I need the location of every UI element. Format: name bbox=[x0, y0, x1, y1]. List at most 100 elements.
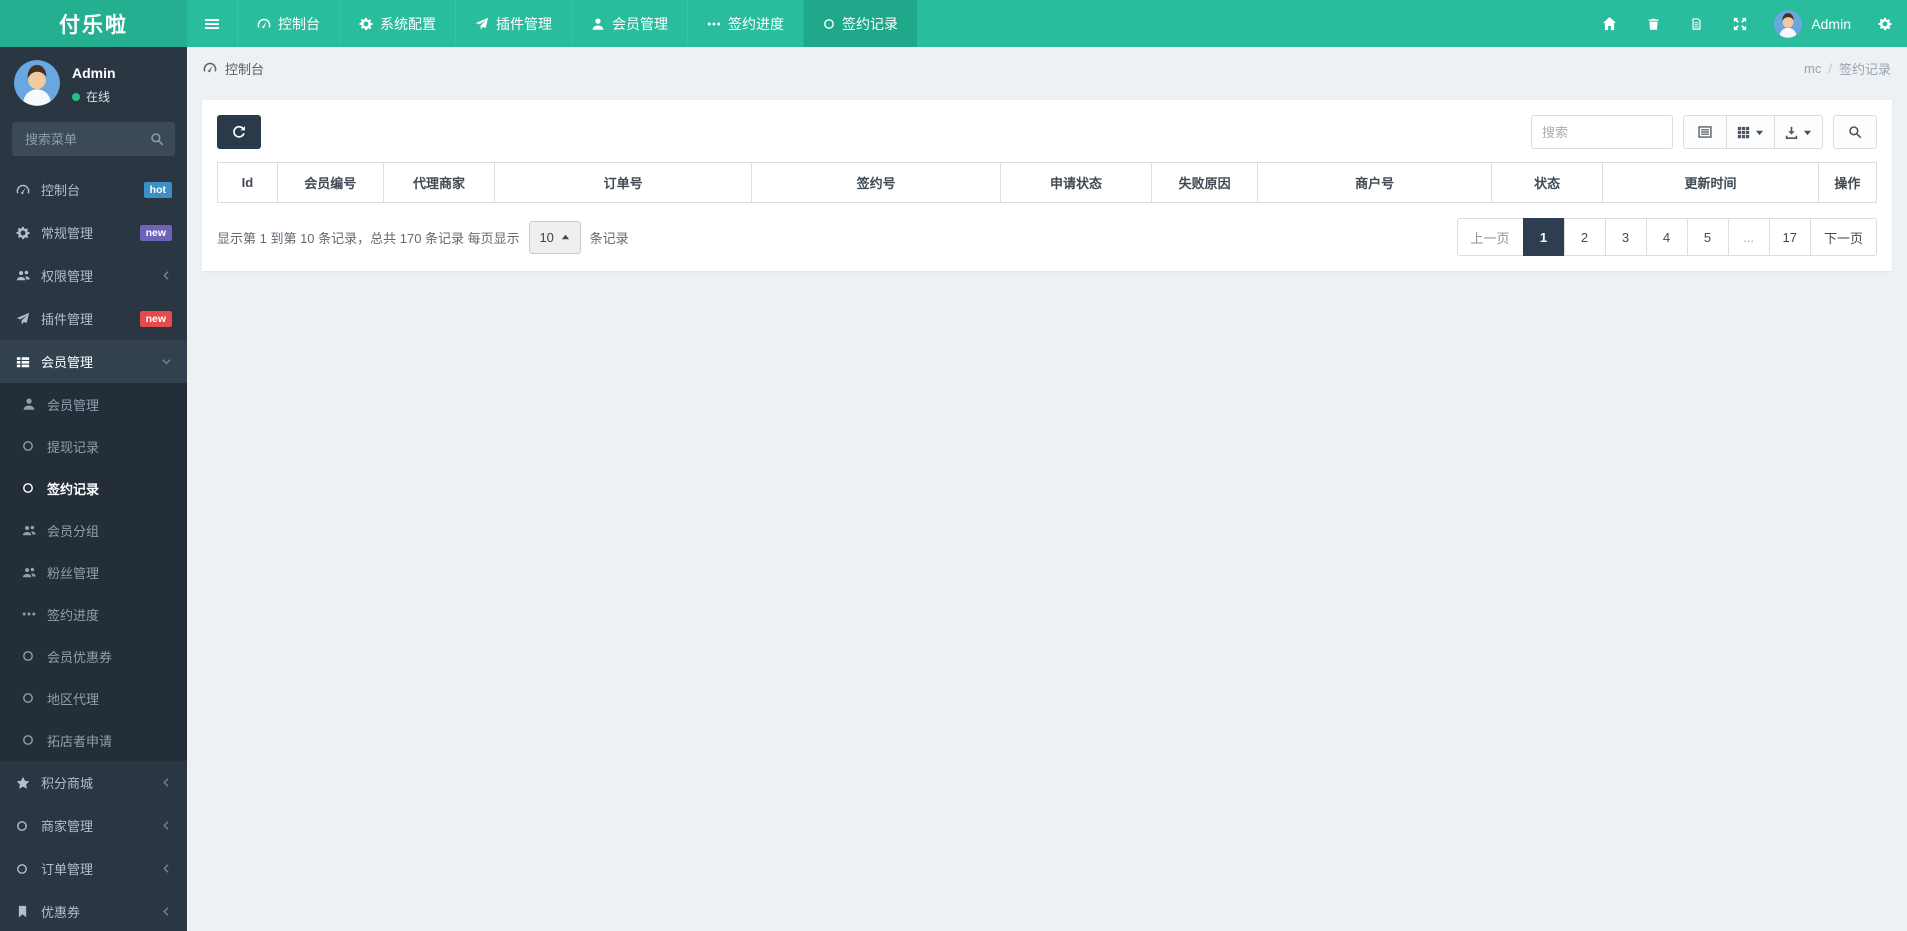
sidebar-item-订单管理[interactable]: 订单管理 bbox=[0, 847, 187, 890]
sidebar-subitem-会员分组[interactable]: 会员分组 bbox=[0, 509, 187, 551]
top-nav-item-label: 控制台 bbox=[278, 15, 320, 32]
file-icon bbox=[1690, 17, 1703, 31]
columns-button[interactable] bbox=[1726, 115, 1775, 149]
settings-button[interactable] bbox=[1863, 0, 1907, 47]
sidebar-item-label: 商家管理 bbox=[41, 819, 94, 834]
home-icon bbox=[1602, 16, 1617, 31]
user-menu[interactable]: Admin bbox=[1762, 0, 1863, 47]
sidebar-user-name: Admin bbox=[72, 65, 116, 81]
table-footer: 显示第 1 到第 10 条记录，总共 170 条记录 每页显示 10 条记录 上… bbox=[217, 218, 1877, 256]
sidebar-item-控制台[interactable]: 控制台 hot bbox=[0, 168, 187, 211]
sidebar-item-权限管理[interactable]: 权限管理 bbox=[0, 254, 187, 297]
page-button-5[interactable]: 5 bbox=[1686, 218, 1729, 256]
bookmark-icon bbox=[16, 905, 41, 918]
circle-icon bbox=[823, 18, 835, 30]
gear-icon bbox=[1878, 17, 1892, 31]
page-button-17[interactable]: 17 bbox=[1768, 218, 1811, 256]
chevron-left-icon bbox=[161, 906, 172, 917]
sidebar-subitem-粉丝管理[interactable]: 粉丝管理 bbox=[0, 551, 187, 593]
table-panel: Id会员编号代理商家订单号签约号申请状态失败原因商户号状态更新时间操作 显示第 … bbox=[202, 100, 1892, 271]
sidebar-item-label: 地区代理 bbox=[47, 691, 100, 707]
columns-grid-icon bbox=[1737, 126, 1750, 139]
chevron-left-icon bbox=[161, 270, 172, 281]
top-nav-item-签约进度[interactable]: 签约进度 bbox=[687, 0, 803, 47]
top-nav-item-label: 签约记录 bbox=[842, 15, 898, 32]
refresh-button[interactable] bbox=[217, 115, 261, 149]
sidebar-item-label: 会员管理 bbox=[47, 397, 100, 413]
column-header-商户号: 商户号 bbox=[1257, 162, 1493, 203]
sidebar-toggle-button[interactable] bbox=[187, 0, 237, 47]
detail-view-button[interactable] bbox=[1683, 115, 1727, 149]
page-size-select[interactable]: 10 bbox=[528, 220, 581, 254]
pagination: 上一页 1 2 3 4 5... 17 下一页 bbox=[1456, 218, 1877, 256]
page-button-1[interactable]: 1 bbox=[1522, 218, 1565, 256]
view-button-group bbox=[1683, 115, 1823, 149]
search-button[interactable] bbox=[1833, 115, 1877, 149]
avatar bbox=[1774, 9, 1803, 38]
chevron-left-icon bbox=[161, 777, 172, 788]
column-header-代理商家: 代理商家 bbox=[382, 162, 496, 203]
avatar bbox=[14, 60, 60, 106]
circle-icon bbox=[16, 863, 41, 875]
top-nav-item-插件管理[interactable]: 插件管理 bbox=[455, 0, 571, 47]
top-nav-item-会员管理[interactable]: 会员管理 bbox=[571, 0, 687, 47]
sidebar-subitem-地区代理[interactable]: 地区代理 bbox=[0, 677, 187, 719]
sidebar-item-积分商城[interactable]: 积分商城 bbox=[0, 761, 187, 804]
gear-icon bbox=[359, 17, 373, 31]
circle-icon bbox=[22, 650, 47, 662]
sidebar-item-会员管理[interactable]: 会员管理 bbox=[0, 340, 187, 383]
sidebar-item-常规管理[interactable]: 常规管理 new bbox=[0, 211, 187, 254]
ellipsis-icon bbox=[22, 607, 47, 621]
trash-button[interactable] bbox=[1632, 0, 1675, 47]
top-nav-item-签约记录[interactable]: 签约记录 bbox=[803, 0, 917, 47]
home-button[interactable] bbox=[1587, 0, 1632, 47]
breadcrumb-section: 控制台 bbox=[203, 59, 264, 78]
sidebar-item-label: 会员管理 bbox=[41, 355, 94, 370]
sidebar-item-优惠券[interactable]: 优惠券 bbox=[0, 890, 187, 931]
column-header-签约号: 签约号 bbox=[751, 162, 1002, 203]
sidebar-subitem-签约记录[interactable]: 签约记录 bbox=[0, 467, 187, 509]
sidebar-subitem-会员管理[interactable]: 会员管理 bbox=[0, 383, 187, 425]
top-nav-item-控制台[interactable]: 控制台 bbox=[237, 0, 339, 47]
file-button[interactable] bbox=[1675, 0, 1718, 47]
breadcrumb-bar: 控制台 mc / 签约记录 bbox=[187, 47, 1907, 89]
top-nav-item-label: 会员管理 bbox=[612, 15, 668, 32]
sidebar-item-插件管理[interactable]: 插件管理 new bbox=[0, 297, 187, 340]
sidebar-subitem-会员优惠券[interactable]: 会员优惠券 bbox=[0, 635, 187, 677]
sidebar-item-label: 会员分组 bbox=[47, 523, 100, 539]
sidebar-user-status: 在线 bbox=[72, 88, 116, 105]
navbar-right: Admin bbox=[1587, 0, 1907, 47]
next-page-button[interactable]: 下一页 bbox=[1809, 218, 1877, 256]
plane-icon bbox=[16, 312, 41, 326]
caret-up-icon bbox=[561, 233, 570, 242]
expand-icon bbox=[1733, 17, 1747, 31]
circle-icon bbox=[22, 440, 47, 452]
breadcrumb-item[interactable]: mc bbox=[1804, 61, 1821, 76]
breadcrumb-separator: / bbox=[1828, 60, 1832, 76]
sidebar-item-label: 常规管理 bbox=[41, 226, 94, 241]
page-button-3[interactable]: 3 bbox=[1604, 218, 1647, 256]
top-nav-item-系统配置[interactable]: 系统配置 bbox=[339, 0, 455, 47]
page-button-2[interactable]: 2 bbox=[1563, 218, 1606, 256]
sidebar-search-input[interactable] bbox=[23, 130, 150, 148]
export-button[interactable] bbox=[1774, 115, 1823, 149]
users-icon bbox=[22, 566, 47, 579]
column-header-状态: 状态 bbox=[1491, 162, 1604, 203]
circle-icon bbox=[22, 482, 47, 494]
page-button-4[interactable]: 4 bbox=[1645, 218, 1688, 256]
sidebar-subitem-提现记录[interactable]: 提现记录 bbox=[0, 425, 187, 467]
table-search-input[interactable] bbox=[1531, 115, 1673, 149]
column-header-Id: Id bbox=[217, 162, 278, 203]
dashboard-icon bbox=[203, 61, 217, 75]
prev-page-button[interactable]: 上一页 bbox=[1456, 218, 1524, 256]
column-header-更新时间: 更新时间 bbox=[1602, 162, 1819, 203]
sidebar-item-label: 优惠券 bbox=[41, 905, 81, 920]
sidebar-item-商家管理[interactable]: 商家管理 bbox=[0, 804, 187, 847]
page-ellipsis: ... bbox=[1727, 218, 1770, 256]
plane-icon bbox=[475, 17, 489, 31]
sidebar-subitem-拓店者申请[interactable]: 拓店者申请 bbox=[0, 719, 187, 761]
trash-icon bbox=[1647, 17, 1660, 31]
expand-button[interactable] bbox=[1718, 0, 1762, 47]
gear-icon bbox=[16, 226, 41, 240]
sidebar-subitem-签约进度[interactable]: 签约进度 bbox=[0, 593, 187, 635]
